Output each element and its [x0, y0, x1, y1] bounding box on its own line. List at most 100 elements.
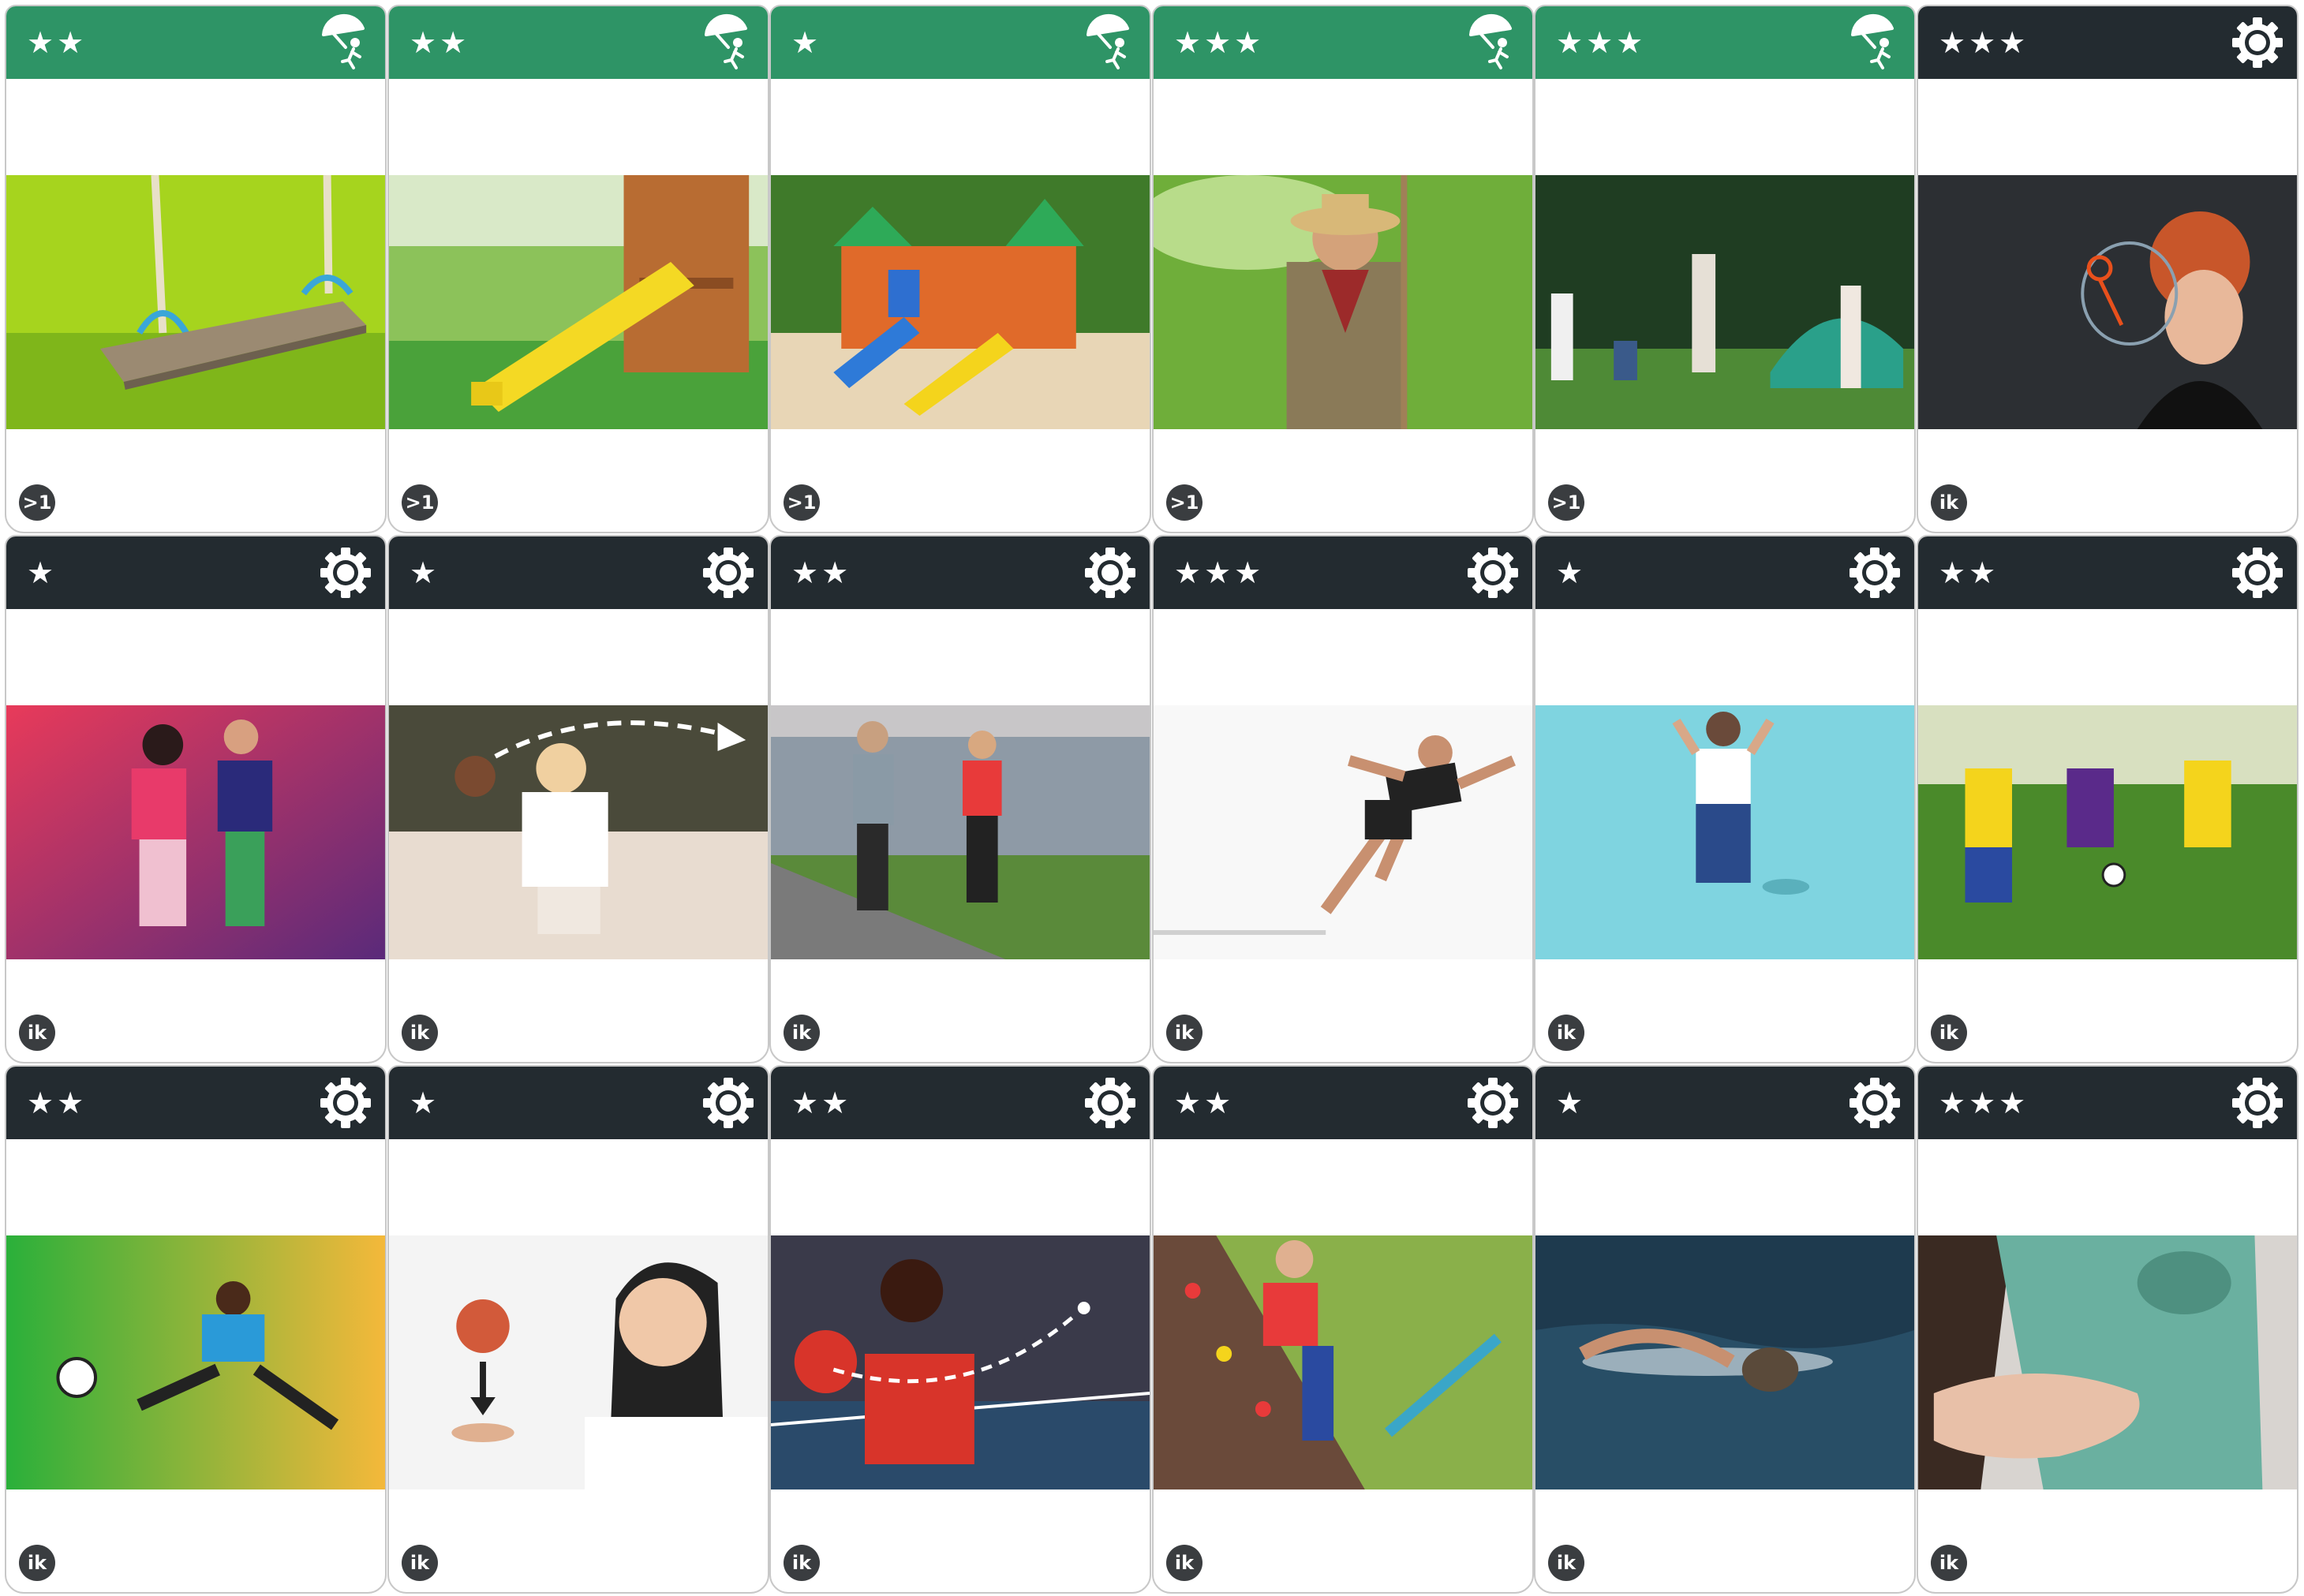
gear-icon — [1460, 1070, 1526, 1136]
activity-card[interactable]: ★★★ ik — [1917, 5, 2298, 533]
card-header: ★★★ — [1918, 1067, 2297, 1139]
activity-photo — [771, 705, 1150, 959]
activity-card[interactable]: ★ ik — [387, 535, 769, 1063]
participant-badge: ik — [19, 1545, 55, 1581]
card-header: ★ — [389, 1067, 768, 1139]
activity-photo — [389, 1235, 768, 1489]
card-header: ★★ — [771, 1067, 1150, 1139]
activity-photo — [389, 175, 768, 429]
star-rating: ★★ — [791, 1086, 852, 1120]
activity-photo — [389, 705, 768, 959]
star-rating: ★ — [1556, 1086, 1587, 1120]
participant-badge: ik — [784, 1545, 820, 1581]
star-rating: ★★★ — [1174, 555, 1265, 590]
gear-icon — [2224, 9, 2291, 76]
activity-card[interactable]: ★★ ik — [5, 1065, 387, 1594]
gear-icon — [2224, 1070, 2291, 1136]
participant-badge: ik — [1548, 1015, 1584, 1051]
activity-card[interactable]: ★★ ik — [769, 535, 1151, 1063]
activity-photo — [1154, 705, 1532, 959]
participant-badge: ik — [1931, 1545, 1967, 1581]
participant-badge: >1 — [1548, 484, 1584, 521]
activity-photo — [6, 175, 385, 429]
card-header: ★ — [1535, 1067, 1914, 1139]
activity-photo — [771, 1235, 1150, 1489]
card-header: ★★ — [6, 1067, 385, 1139]
umbrella-person-icon — [695, 9, 761, 76]
card-header: ★★ — [389, 6, 768, 79]
activity-photo — [1918, 1235, 2297, 1489]
star-rating: ★★ — [27, 25, 88, 60]
activity-card[interactable]: ★★ >1 — [5, 5, 387, 533]
gear-icon — [1842, 540, 1908, 606]
star-rating: ★★★ — [1174, 25, 1265, 60]
activity-card[interactable]: ★ ik — [1534, 1065, 1916, 1594]
activity-card[interactable]: ★ ik — [387, 1065, 769, 1594]
card-header: ★★★ — [1154, 536, 1532, 609]
card-header: ★★★ — [1154, 6, 1532, 79]
activity-photo — [6, 1235, 385, 1489]
participant-badge: >1 — [402, 484, 438, 521]
participant-badge: ik — [19, 1015, 55, 1051]
card-header: ★★ — [6, 6, 385, 79]
activity-card[interactable]: ★★ ik — [769, 1065, 1151, 1594]
activity-photo — [1535, 175, 1914, 429]
participant-badge: ik — [1548, 1545, 1584, 1581]
umbrella-person-icon — [1077, 9, 1143, 76]
umbrella-person-icon — [1842, 9, 1908, 76]
umbrella-person-icon — [1460, 9, 1526, 76]
star-rating: ★★ — [1939, 555, 1999, 590]
star-rating: ★★★ — [1556, 25, 1647, 60]
gear-icon — [1077, 1070, 1143, 1136]
star-rating: ★★★ — [1939, 25, 2029, 60]
star-rating: ★★★ — [1939, 1086, 2029, 1120]
card-header: ★ — [1535, 536, 1914, 609]
gear-icon — [312, 1070, 379, 1136]
activity-photo — [1154, 1235, 1532, 1489]
activity-card[interactable]: ★★★ >1 — [1152, 5, 1534, 533]
star-rating: ★★ — [410, 25, 470, 60]
activity-photo — [1918, 175, 2297, 429]
star-rating: ★ — [410, 555, 440, 590]
card-header: ★★ — [1918, 536, 2297, 609]
gear-icon — [1077, 540, 1143, 606]
activity-photo — [1535, 705, 1914, 959]
gear-icon — [1842, 1070, 1908, 1136]
card-header: ★★★ — [1918, 6, 2297, 79]
activity-card[interactable]: ★ >1 — [769, 5, 1151, 533]
activity-card[interactable]: ★ ik — [5, 535, 387, 1063]
participant-badge: ik — [784, 1015, 820, 1051]
activity-card[interactable]: ★ ik — [1534, 535, 1916, 1063]
activity-card[interactable]: ★★ ik — [1152, 1065, 1534, 1594]
card-header: ★★ — [771, 536, 1150, 609]
star-rating: ★ — [791, 25, 822, 60]
activity-photo — [771, 175, 1150, 429]
star-rating: ★ — [410, 1086, 440, 1120]
participant-badge: ik — [1931, 484, 1967, 521]
activity-card[interactable]: ★★★ ik — [1152, 535, 1534, 1063]
participant-badge: >1 — [19, 484, 55, 521]
participant-badge: ik — [1166, 1015, 1202, 1051]
activity-card[interactable]: ★★★ ik — [1917, 1065, 2298, 1594]
star-rating: ★★ — [791, 555, 852, 590]
gear-icon — [2224, 540, 2291, 606]
card-header: ★★★ — [1535, 6, 1914, 79]
activity-card[interactable]: ★★ ik — [1917, 535, 2298, 1063]
gear-icon — [695, 1070, 761, 1136]
activity-card[interactable]: ★★ >1 — [387, 5, 769, 533]
participant-badge: ik — [1166, 1545, 1202, 1581]
card-header: ★ — [771, 6, 1150, 79]
star-rating: ★ — [1556, 555, 1587, 590]
gear-icon — [312, 540, 379, 606]
activity-photo — [1154, 175, 1532, 429]
participant-badge: ik — [402, 1015, 438, 1051]
activity-photo — [1535, 1235, 1914, 1489]
star-rating: ★★ — [1174, 1086, 1235, 1120]
participant-badge: ik — [402, 1545, 438, 1581]
gear-icon — [1460, 540, 1526, 606]
activity-card[interactable]: ★★★ >1 — [1534, 5, 1916, 533]
card-header: ★ — [6, 536, 385, 609]
gear-icon — [695, 540, 761, 606]
umbrella-person-icon — [312, 9, 379, 76]
card-header: ★★ — [1154, 1067, 1532, 1139]
